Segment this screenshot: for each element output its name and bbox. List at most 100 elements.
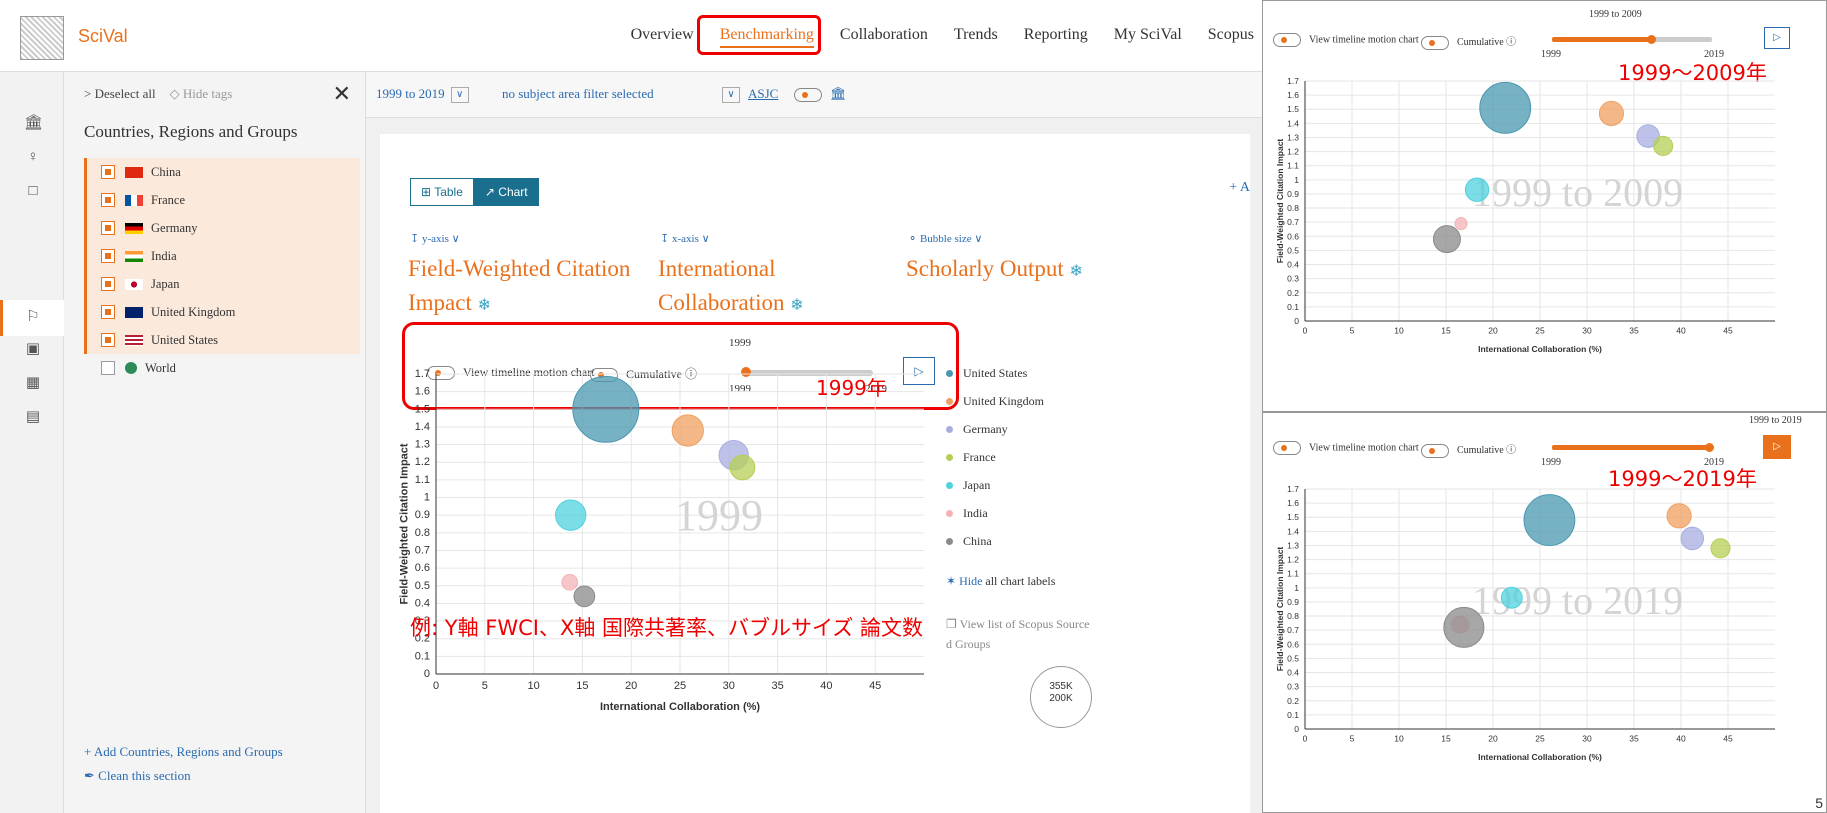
timeline-slider-handle[interactable] [1647,35,1656,44]
researcher-icon[interactable]: ♀ [24,148,42,166]
bubble-china [1432,225,1461,254]
list-item-france[interactable]: France [84,186,360,214]
legend-item[interactable]: Japan [946,471,1044,499]
checkbox-germany[interactable] [101,221,115,235]
deselect-all-link[interactable]: > Deselect all [84,86,156,102]
chevron-down-icon[interactable]: ∨ [450,87,469,104]
info-icon[interactable]: ⓘ [1506,37,1516,48]
play-icon[interactable]: ▷ [1764,27,1790,49]
nav-overview[interactable]: Overview [631,26,694,48]
y-tick-label: 0.8 [1287,611,1299,621]
list-item-world[interactable]: World [84,354,360,382]
country-flag-icon[interactable]: ⚐ [24,308,42,326]
y-metric-name[interactable]: Field-Weighted Citation Impact ❄ [408,252,630,323]
timeline-slider-filled[interactable] [1552,445,1710,450]
y-tick-label: 0.2 [1287,288,1299,298]
timeline-slider-handle[interactable] [1705,443,1714,452]
hide-labels-link[interactable]: Hide [959,574,982,588]
x-axis-selector[interactable]: ↧ x-axis ∨ [660,232,710,245]
toggle-switch[interactable] [794,88,822,103]
y-tick-label: 1.4 [1287,526,1299,536]
motion-chart-toggle[interactable]: View timeline motion chart [1273,33,1419,47]
y-tick-label: 0.5 [1287,653,1299,663]
legend-item[interactable]: United States [946,359,1044,387]
page-number: 5 [1815,795,1823,811]
nav-collaboration[interactable]: Collaboration [840,26,928,48]
x-tick-label: 10 [1394,734,1404,744]
x-metric-name[interactable]: International Collaboration ❄ [658,252,804,323]
close-icon[interactable]: ✕ [333,82,351,107]
toggle-switch[interactable] [1421,443,1449,458]
chart-view-button[interactable]: ↗ Chart [473,178,539,206]
timeline-slider-filled [1552,37,1652,42]
y-tick-label: 0 [1294,724,1299,734]
cumulative-toggle[interactable]: Cumulative ⓘ [1421,33,1516,50]
toggle-switch[interactable] [1273,441,1301,455]
hide-tags-link[interactable]: ◇ Hide tags [170,86,233,102]
list-item-india[interactable]: India [84,242,360,270]
list-item-united-states[interactable]: United States [84,326,360,354]
x-tick-label: 20 [625,680,637,692]
legend-dot [946,509,953,517]
timeline-slider-track[interactable] [1652,37,1712,42]
clean-section-link[interactable]: ✒ Clean this section [84,768,191,784]
sort-icon: ↧ [660,233,670,245]
legend-item[interactable]: United Kingdom [946,387,1044,415]
toggle-switch[interactable] [1421,35,1449,50]
publication-icon[interactable]: □ [24,182,42,200]
asjc-link[interactable]: ASJC [748,86,778,102]
bubble-india [561,573,579,591]
bubble-size-selector[interactable]: ⚬ Bubble size ∨ [908,232,982,245]
list-item-united-kingdom[interactable]: United Kingdom [84,298,360,326]
country-label: World [145,360,176,375]
y-axis-selector[interactable]: ↧ y-axis ∨ [410,232,460,245]
add-button[interactable]: + A [1229,180,1250,196]
info-icon[interactable]: ⓘ [1506,445,1516,456]
subject-filter-select[interactable]: no subject area filter selected [502,86,787,102]
size-metric-name[interactable]: Scholarly Output ❄ [906,252,1083,289]
timeline-start-year: 1999 [1541,49,1561,60]
bubble-germany [1680,526,1705,551]
list-item-china[interactable]: China [84,158,360,186]
grid-icon[interactable]: ▦ [24,374,42,392]
y-tick-label: 1.2 [1287,555,1299,565]
x-tick-label: 10 [1394,326,1404,336]
app-brand[interactable]: SciVal [78,26,128,47]
add-countries-link[interactable]: + Add Countries, Regions and Groups [84,744,283,760]
motion-chart-toggle[interactable]: View timeline motion chart [1273,441,1419,455]
journal-icon[interactable]: ▣ [24,340,42,358]
document-icon[interactable]: ▤ [24,408,42,426]
hide-labels-control[interactable]: ✶ Hide all chart labels [946,574,1055,589]
list-item-germany[interactable]: Germany [84,214,360,242]
nav-trends[interactable]: Trends [954,26,998,48]
x-tick-label: 20 [1488,326,1498,336]
legend-item[interactable]: China [946,527,1044,555]
checkbox-japan[interactable] [101,277,115,291]
toggle-switch[interactable] [1273,33,1301,47]
y-tick-label: 0.5 [1287,245,1299,255]
nav-my-scival[interactable]: My SciVal [1114,26,1182,48]
checkbox-world[interactable] [101,361,115,375]
table-view-button[interactable]: ⊞ Table [410,178,474,206]
chevron-down-icon[interactable]: ∨ [722,87,740,104]
y-tick-label: 0.4 [1287,260,1299,270]
legend-item[interactable]: India [946,499,1044,527]
checkbox-india[interactable] [101,249,115,263]
list-item-japan[interactable]: Japan [84,270,360,298]
checkbox-united-kingdom[interactable] [101,305,115,319]
legend-item[interactable]: France [946,443,1044,471]
legend-dot [946,425,953,433]
year-range-select[interactable]: 1999 to 2019 ∨ [376,86,469,104]
legend-item[interactable]: Germany [946,415,1044,443]
institution-icon[interactable]: 🏛 [24,114,43,132]
scopus-source-list-link[interactable]: ❐ View list of Scopus Source d Groups [946,614,1090,654]
play-icon[interactable]: ▷ [1763,435,1791,459]
checkbox-china[interactable] [101,165,115,179]
nav-scopus[interactable]: Scopus [1208,26,1254,48]
bubble-india [1454,217,1468,231]
checkbox-france[interactable] [101,193,115,207]
cumulative-toggle[interactable]: Cumulative ⓘ [1421,441,1516,458]
nav-reporting[interactable]: Reporting [1024,26,1088,48]
asjc-toggle[interactable]: 🏛 [794,86,847,103]
checkbox-united-states[interactable] [101,333,115,347]
